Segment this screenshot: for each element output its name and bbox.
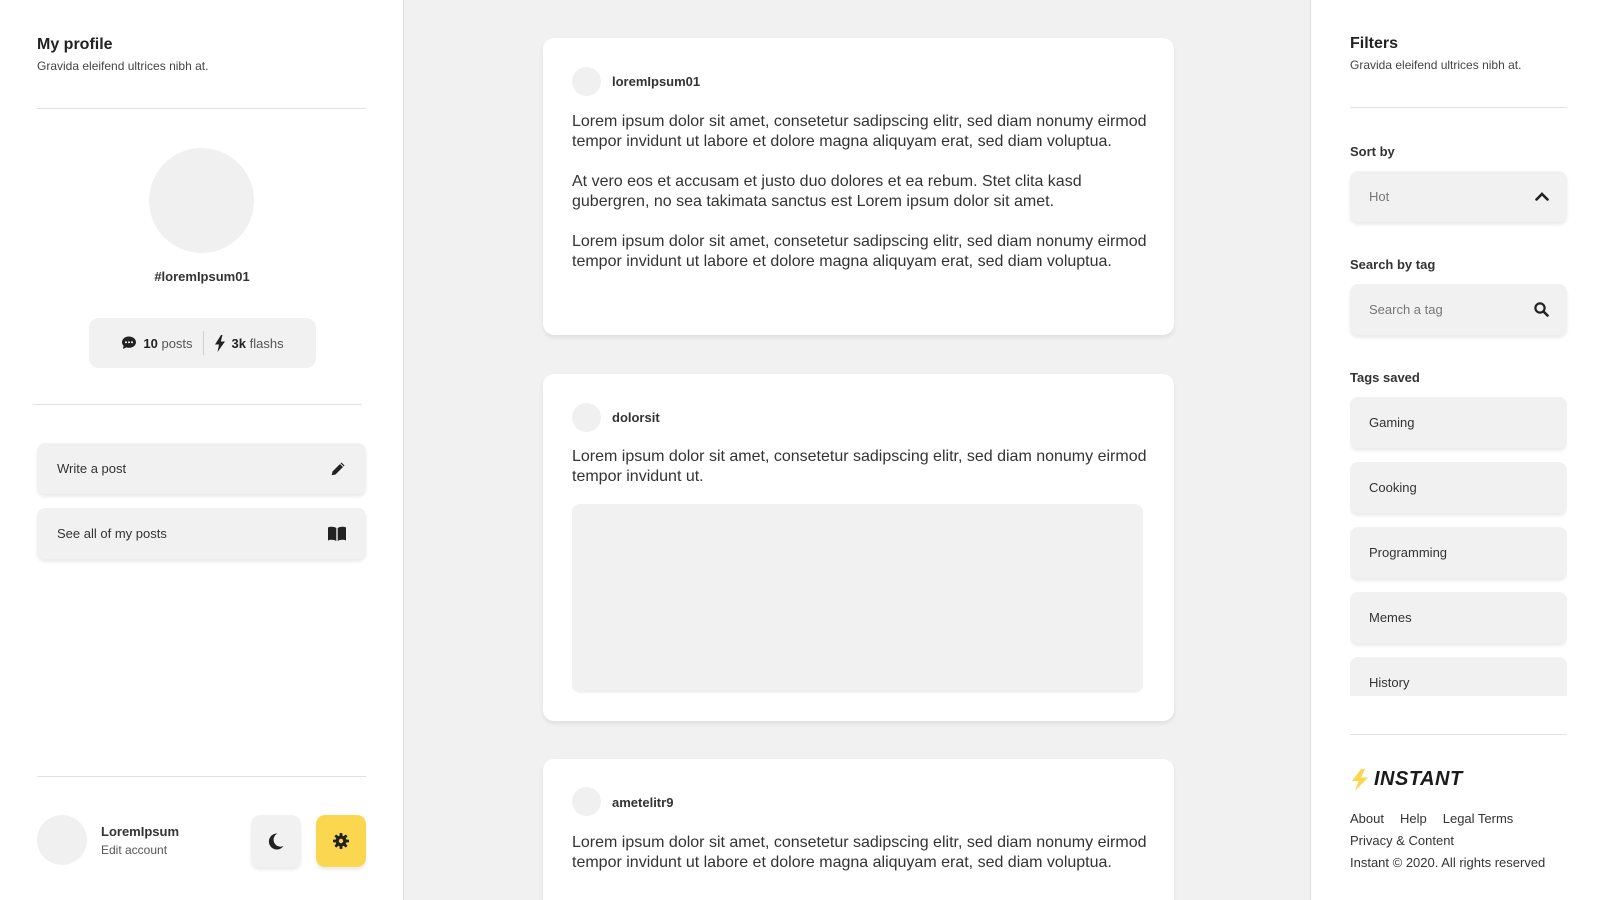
post-paragraph: Lorem ipsum dolor sit amet, consetetur s… bbox=[572, 233, 1147, 270]
chevron-up-icon bbox=[1535, 192, 1549, 201]
post-paragraph: Lorem ipsum dolor sit amet, consetetur s… bbox=[572, 834, 1147, 871]
book-icon bbox=[328, 526, 346, 541]
footer-links: About Help Legal Terms Privacy & Content I… bbox=[1350, 808, 1580, 874]
post-author-avatar[interactable] bbox=[572, 787, 601, 816]
divider bbox=[37, 108, 366, 109]
post-body: Lorem ipsum dolor sit amet, consetetur s… bbox=[572, 833, 1147, 893]
post-image[interactable] bbox=[572, 504, 1143, 693]
tag-search-input[interactable] bbox=[1369, 302, 1519, 317]
privacy-content-link[interactable]: Privacy & Content bbox=[1350, 833, 1454, 848]
post-author-avatar[interactable] bbox=[572, 67, 601, 96]
pencil-icon bbox=[331, 462, 345, 475]
account-name: LoremIpsum bbox=[101, 824, 180, 839]
comment-icon bbox=[122, 336, 137, 349]
dark-mode-button[interactable] bbox=[251, 815, 301, 867]
divider bbox=[33, 404, 362, 405]
filters-subtitle: Gravida eleifend ultrices nibh at. bbox=[1350, 58, 1522, 72]
flashs-stat: 3k flashs bbox=[204, 334, 294, 352]
write-post-label: Write a post bbox=[57, 461, 127, 476]
sort-by-value: Hot bbox=[1369, 189, 1390, 204]
brand-logo[interactable]: INSTANT bbox=[1350, 768, 1463, 791]
divider bbox=[1350, 107, 1567, 108]
post-body: Lorem ipsum dolor sit amet, consetetur s… bbox=[572, 112, 1147, 292]
saved-tag[interactable]: Memes bbox=[1350, 592, 1567, 643]
help-link[interactable]: Help bbox=[1400, 811, 1427, 826]
post-card: loremIpsum01 Lorem ipsum dolor sit amet,… bbox=[543, 38, 1174, 335]
divider bbox=[1350, 734, 1567, 735]
post-author-name[interactable]: dolorsit bbox=[612, 410, 660, 425]
edit-account-link[interactable]: Edit account bbox=[101, 843, 167, 857]
filters-sidebar: Filters Gravida eleifend ultrices nibh a… bbox=[1310, 0, 1600, 900]
account-avatar[interactable] bbox=[37, 815, 87, 865]
brand-name: INSTANT bbox=[1374, 768, 1463, 790]
tag-search-field bbox=[1350, 284, 1567, 335]
see-all-posts-label: See all of my posts bbox=[57, 526, 167, 541]
post-body: Lorem ipsum dolor sit amet, consetetur s… bbox=[572, 447, 1147, 507]
post-author-name[interactable]: ametelitr9 bbox=[612, 795, 673, 810]
profile-title: My profile bbox=[37, 36, 113, 53]
divider bbox=[37, 776, 366, 777]
saved-tags-list: Gaming Cooking Programming Memes History bbox=[1350, 397, 1567, 696]
tags-saved-label: Tags saved bbox=[1350, 370, 1420, 385]
search-icon[interactable] bbox=[1534, 302, 1549, 317]
see-all-posts-button[interactable]: See all of my posts bbox=[37, 508, 366, 559]
saved-tag[interactable]: Cooking bbox=[1350, 462, 1567, 513]
post-paragraph: At vero eos et accusam et justo duo dolo… bbox=[572, 173, 1082, 210]
post-author-avatar[interactable] bbox=[572, 403, 601, 432]
post-paragraph: Lorem ipsum dolor sit amet, consetetur s… bbox=[572, 113, 1147, 150]
profile-subtitle: Gravida eleifend ultrices nibh at. bbox=[37, 59, 209, 73]
filters-title: Filters bbox=[1350, 35, 1399, 52]
gear-icon bbox=[333, 833, 349, 849]
copyright-text: Instant © 2020. All rights reserved bbox=[1350, 855, 1546, 870]
moon-icon bbox=[268, 832, 284, 849]
saved-tag[interactable]: Programming bbox=[1350, 527, 1567, 578]
write-post-button[interactable]: Write a post bbox=[37, 443, 366, 494]
posts-count: 10 bbox=[143, 335, 158, 351]
settings-button[interactable] bbox=[316, 815, 366, 867]
post-card: ametelitr9 Lorem ipsum dolor sit amet, c… bbox=[543, 759, 1174, 900]
saved-tag[interactable]: History bbox=[1350, 657, 1567, 696]
sort-by-label: Sort by bbox=[1350, 144, 1395, 159]
flashs-label: flashs bbox=[249, 335, 284, 351]
profile-sidebar: My profile Gravida eleifend ultrices nib… bbox=[0, 0, 404, 900]
profile-handle: #loremIpsum01 bbox=[154, 269, 250, 284]
profile-avatar[interactable] bbox=[149, 148, 254, 253]
post-author-name[interactable]: loremIpsum01 bbox=[612, 74, 700, 89]
legal-terms-link[interactable]: Legal Terms bbox=[1443, 811, 1514, 826]
lightning-icon bbox=[214, 334, 225, 352]
about-link[interactable]: About bbox=[1350, 811, 1384, 826]
saved-tag[interactable]: Gaming bbox=[1350, 397, 1567, 448]
lightning-logo-icon bbox=[1352, 768, 1368, 791]
posts-stat: 10 posts bbox=[111, 335, 202, 351]
search-by-tag-label: Search by tag bbox=[1350, 257, 1436, 272]
post-paragraph: Lorem ipsum dolor sit amet, consetetur s… bbox=[572, 448, 1147, 485]
sort-by-select[interactable]: Hot bbox=[1350, 171, 1567, 222]
flashs-count: 3k bbox=[231, 335, 247, 351]
profile-stats: 10 posts 3k flashs bbox=[89, 318, 316, 368]
post-card: dolorsit Lorem ipsum dolor sit amet, con… bbox=[543, 374, 1174, 721]
posts-label: posts bbox=[161, 335, 193, 351]
